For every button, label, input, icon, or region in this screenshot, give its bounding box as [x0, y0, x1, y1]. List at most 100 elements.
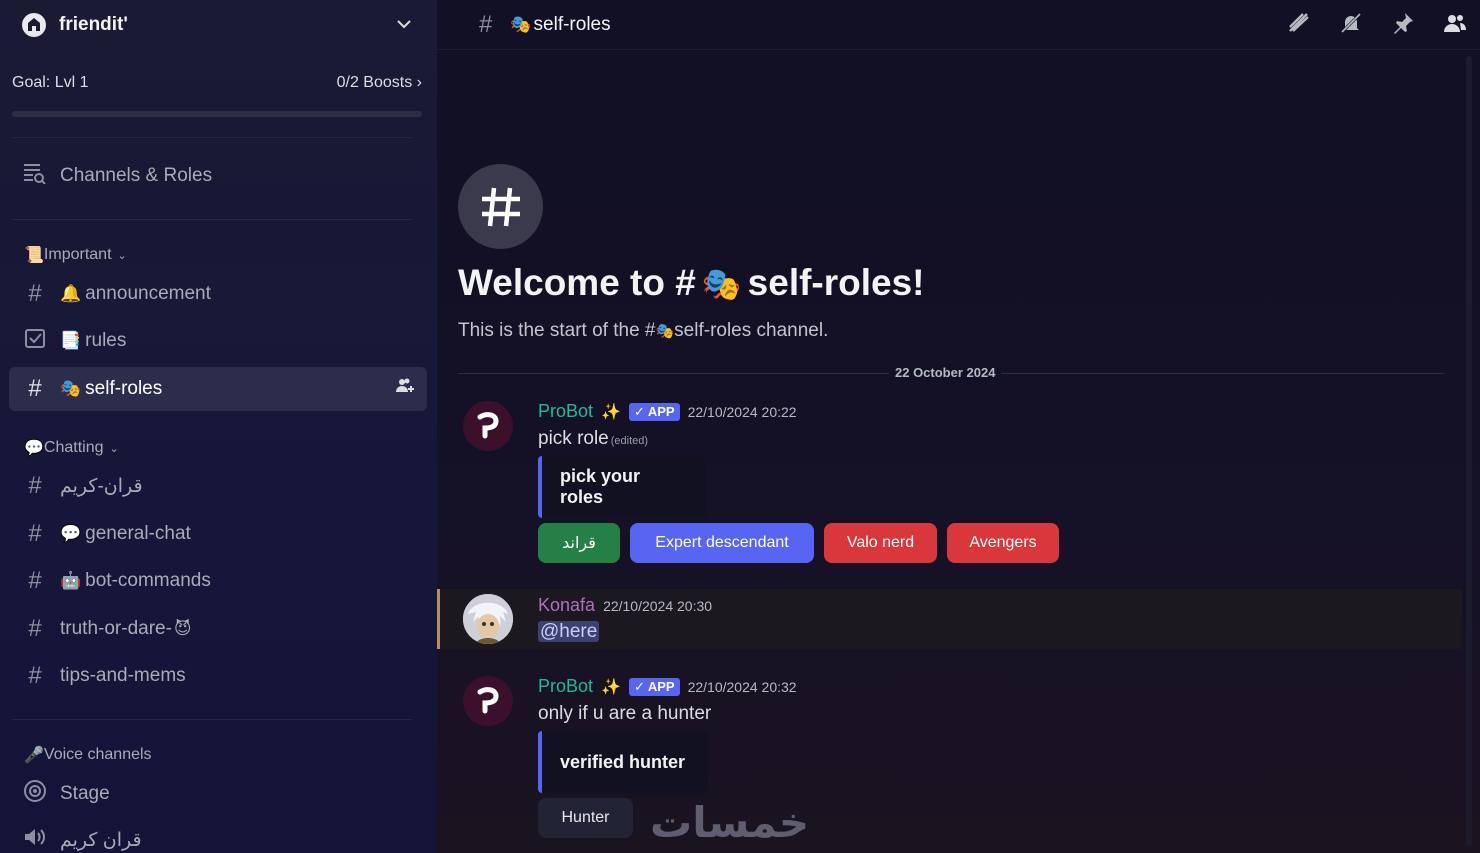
scrollbar[interactable]: [1466, 56, 1472, 846]
channel-tips-and-mems[interactable]: # tips-and-mems: [9, 654, 427, 698]
timestamp: 22/10/2024 20:22: [687, 403, 797, 420]
channel-label: self-roles: [85, 378, 163, 399]
embed-title: verified hunter: [560, 751, 686, 772]
author-name[interactable]: Konafa: [538, 595, 595, 616]
channels-roles-icon: [22, 162, 48, 191]
message-text: @here: [538, 621, 600, 643]
hash-icon: #: [28, 472, 42, 499]
server-header[interactable]: friendit': [0, 0, 437, 50]
role-button-expert-descendant[interactable]: Expert descendant: [630, 523, 814, 563]
channels-roles-link[interactable]: Channels & Roles: [9, 154, 427, 198]
hash-icon: #: [28, 662, 42, 689]
channel-label: announcement: [85, 283, 211, 304]
avatar[interactable]: [463, 676, 513, 726]
chevron-right-icon: ›: [416, 74, 422, 91]
channel-title: self-roles: [533, 13, 611, 35]
chevron-down-icon: ⌄: [109, 442, 119, 455]
message-mention: Konafa 22/10/2024 20:30 @here: [437, 589, 1462, 649]
check-icon: ✓: [633, 678, 645, 694]
boost-progress-bar: [12, 111, 422, 117]
channel-announcement[interactable]: # 🔔 announcement: [9, 272, 427, 316]
masks-icon: 🎭: [510, 14, 532, 34]
avatar[interactable]: [463, 401, 513, 451]
notification-bell-muted-icon[interactable]: [1336, 8, 1366, 38]
hash-icon: #: [28, 520, 42, 547]
speech-bubble-icon: 💬: [60, 524, 82, 543]
timestamp: 22/10/2024 20:30: [603, 597, 713, 614]
robot-icon: 🤖: [60, 571, 82, 590]
channel-truth-or-dare[interactable]: # truth-or-dare- 😈: [9, 607, 427, 651]
channel-bot-commands[interactable]: # 🤖 bot-commands: [9, 559, 427, 603]
date-divider-label: 22 October 2024: [889, 365, 1002, 380]
message: ProBot ✨ ✓ APP 22/10/2024 20:32 only if u…: [437, 670, 1462, 850]
embed: verified hunter: [538, 731, 708, 793]
boost-goal[interactable]: Goal: Lvl 1 0/2 Boosts ›: [12, 74, 422, 92]
author-name[interactable]: ProBot: [538, 401, 593, 422]
hash-icon: #: [479, 10, 493, 38]
category-label: Important: [43, 246, 112, 263]
category-label: Voice channels: [43, 746, 152, 763]
chevron-down-icon: ⌄: [117, 249, 127, 262]
server-name: friendit': [59, 14, 128, 35]
author-name[interactable]: ProBot: [538, 676, 593, 697]
app-badge: ✓ APP: [628, 402, 680, 421]
category-important[interactable]: 📜 Important ⌄: [24, 245, 127, 265]
mention[interactable]: @here: [538, 621, 600, 642]
channel-label: bot-commands: [85, 570, 211, 591]
channel-stage[interactable]: Stage: [9, 772, 427, 816]
channel-label: tips-and-mems: [60, 665, 186, 686]
masks-icon: 🎭: [60, 379, 82, 398]
channel-label: قران-كريم: [60, 475, 143, 497]
role-button-avengers[interactable]: Avengers: [947, 523, 1059, 563]
bell-icon: 🔔: [60, 284, 82, 303]
channel-label: truth-or-dare-: [60, 618, 172, 639]
member-list-icon[interactable]: [1440, 8, 1470, 38]
goal-label: Goal: Lvl 1: [12, 74, 89, 91]
hash-icon: #: [28, 567, 42, 594]
divider: [12, 137, 412, 138]
threads-icon[interactable]: [1284, 8, 1314, 38]
avatar[interactable]: [463, 594, 513, 644]
embed-title: pick your roles: [560, 466, 641, 507]
welcome-subtitle: This is the start of the #🎭self-roles ch…: [458, 320, 829, 341]
scroll-icon: 📜: [24, 247, 44, 264]
channel-self-roles[interactable]: # 🎭 self-roles: [9, 367, 427, 411]
server-icon: [22, 13, 46, 37]
microphone-icon: 🎤: [24, 747, 44, 764]
rules-checkbox-icon: [22, 327, 48, 356]
app-badge: ✓ APP: [628, 677, 680, 696]
chat-area: # 🎭 self-roles Welcome to # 🎭 self-roles! …: [437, 0, 1480, 853]
channel-header: # 🎭 self-roles: [437, 0, 1480, 50]
divider: [12, 719, 412, 720]
category-voice[interactable]: 🎤 Voice channels: [24, 745, 152, 765]
channels-roles-label: Channels & Roles: [60, 165, 213, 186]
channel-label: قران كريم: [60, 829, 142, 851]
channel-quran-voice[interactable]: قران كريم: [9, 818, 427, 853]
role-button-valo-nerd[interactable]: Valo nerd: [824, 523, 937, 563]
timestamp: 22/10/2024 20:32: [687, 678, 797, 695]
embed: pick your roles: [538, 456, 706, 518]
masks-icon: 🎭: [701, 266, 742, 302]
channel-rules[interactable]: 📑 rules: [9, 319, 427, 363]
hash-icon: #: [28, 280, 42, 307]
pin-icon[interactable]: [1388, 8, 1418, 38]
message: ProBot ✨ ✓ APP 22/10/2024 20:22 pick role…: [437, 395, 1462, 575]
add-member-icon[interactable]: [395, 377, 415, 401]
message-text: only if u are a hunter: [538, 703, 712, 724]
hash-icon: #: [28, 615, 42, 642]
channel-quran[interactable]: # قران-كريم: [9, 464, 427, 508]
stage-icon: [22, 779, 48, 810]
category-label: Chatting: [43, 439, 104, 456]
edited-label: (edited): [610, 435, 649, 447]
role-button-grand[interactable]: قراند: [538, 523, 620, 563]
role-button-hunter[interactable]: Hunter: [538, 798, 633, 838]
chevron-down-icon: [397, 16, 411, 34]
divider: [12, 219, 412, 220]
masks-icon: 🎭: [655, 323, 675, 340]
watermark-logo: خمسات: [650, 799, 810, 846]
hash-icon: #: [28, 375, 42, 402]
category-chatting[interactable]: 💬 Chatting ⌄: [24, 438, 119, 458]
channel-general-chat[interactable]: # 💬 general-chat: [9, 512, 427, 556]
document-icon: 📑: [60, 331, 82, 350]
channel-label: rules: [85, 330, 127, 351]
